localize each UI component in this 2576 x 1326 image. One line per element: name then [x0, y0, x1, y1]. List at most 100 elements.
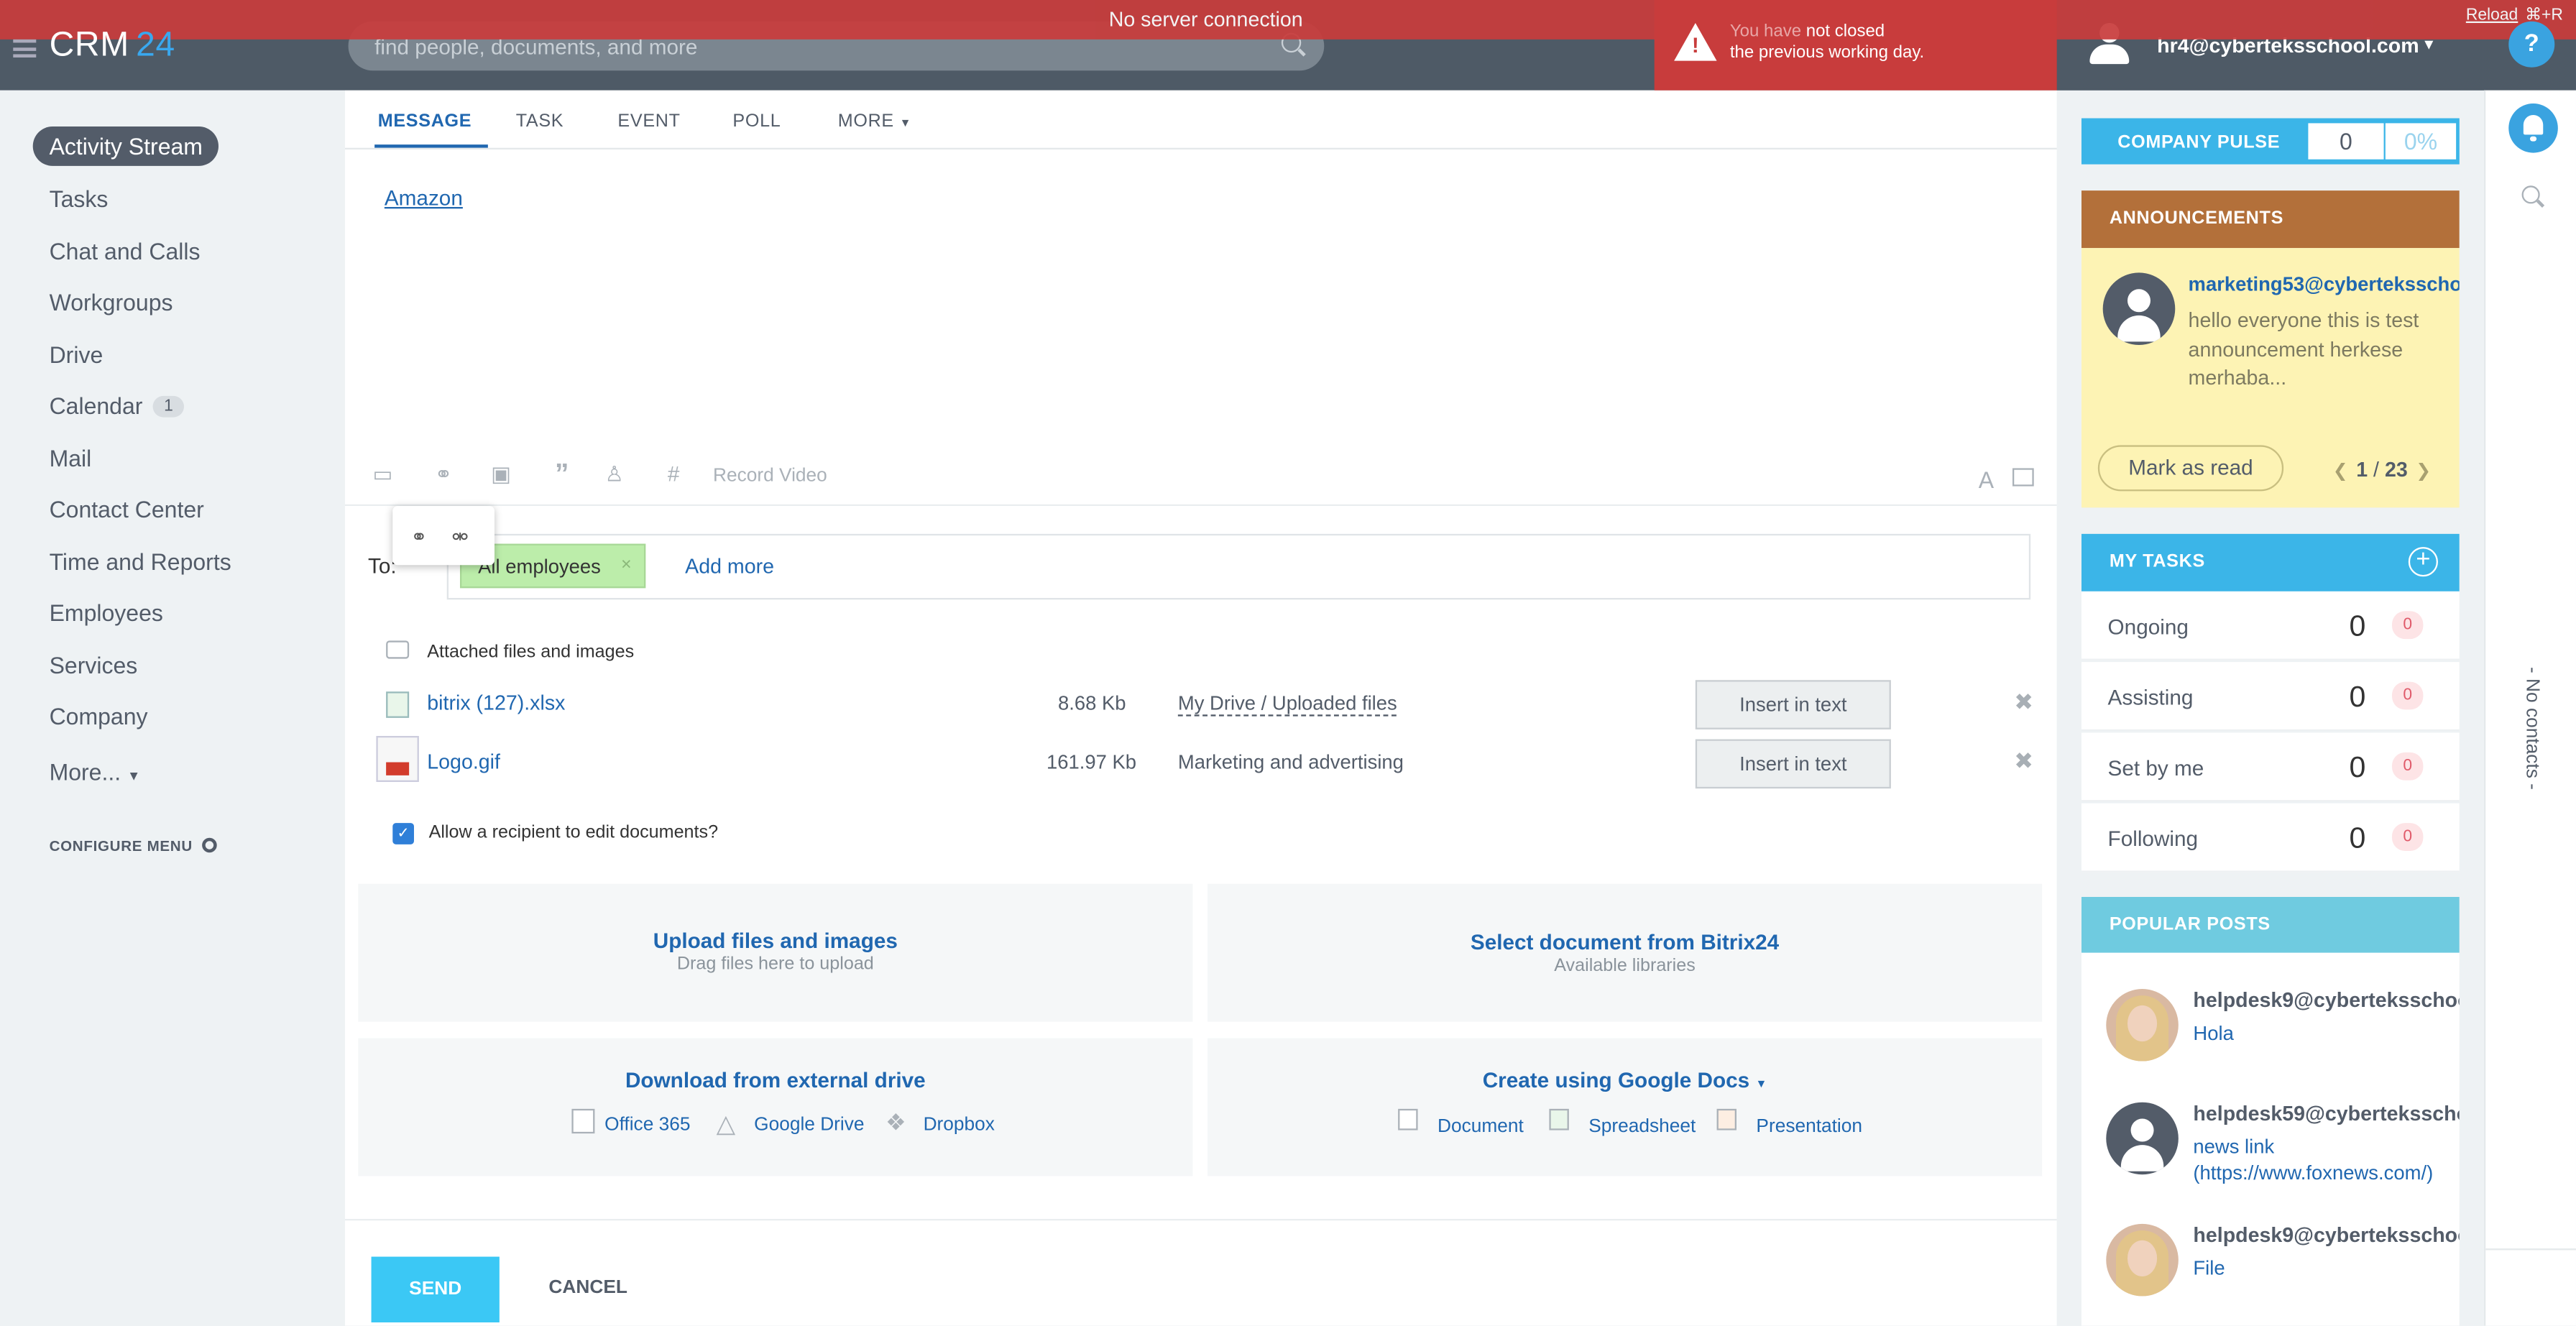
send-button[interactable]: SEND — [371, 1256, 500, 1322]
warning-pre: You have — [1729, 21, 1802, 42]
mention-icon[interactable]: ♙ — [603, 462, 626, 487]
popular-post[interactable]: helpdesk9@cyberteksschool.com File — [2082, 1223, 2460, 1326]
sidebar-item-mail[interactable]: Mail — [50, 445, 92, 471]
unlink-icon[interactable]: ⚮ — [452, 525, 469, 548]
gif-file-thumbnail — [376, 735, 419, 782]
sidebar-item-activity-stream[interactable]: Activity Stream — [32, 126, 219, 166]
text-format-icon[interactable]: A — [1974, 468, 1997, 491]
announcement-card: marketing53@cyberteksschool.com hello ev… — [2081, 248, 2460, 508]
insert-in-text-button[interactable]: Insert in text — [1695, 680, 1891, 729]
google-presentation-link[interactable]: Presentation — [1756, 1117, 1862, 1136]
tab-task[interactable]: TASK — [516, 111, 564, 131]
task-row-set-by-me[interactable]: Set by me 0 0 — [2081, 732, 2460, 802]
popular-post[interactable]: helpdesk9@cyberteksschool.com Hola — [2082, 988, 2460, 1104]
announcements-header: ANNOUNCEMENTS — [2081, 190, 2460, 249]
task-row-label: Ongoing — [2107, 614, 2189, 640]
video-icon[interactable]: ▣ — [489, 462, 512, 487]
task-row-following[interactable]: Following 0 0 — [2081, 803, 2460, 873]
hashtag-icon[interactable]: # — [662, 462, 685, 487]
sidebar-item-workgroups[interactable]: Workgroups — [50, 289, 173, 316]
tab-event[interactable]: EVENT — [617, 111, 680, 131]
sidebar-item-employees[interactable]: Employees — [50, 599, 163, 626]
chevron-left-icon[interactable]: ❮ — [2333, 461, 2348, 481]
record-video-button[interactable]: Record Video — [713, 466, 827, 486]
external-drive-area: Download from external drive Office 365 … — [358, 1038, 1193, 1177]
company-pulse-percent: 0% — [2385, 123, 2457, 160]
file-folder-link[interactable]: My Drive / Uploaded files — [1177, 691, 1397, 717]
reload-link[interactable]: Reload — [2466, 6, 2518, 24]
sidebar-item-tasks[interactable]: Tasks — [50, 185, 109, 212]
sidebar-item-label: Calendar — [49, 392, 143, 419]
remove-recipient-icon[interactable]: × — [621, 556, 632, 575]
dropbox-link[interactable]: Dropbox — [924, 1115, 995, 1135]
cancel-button[interactable]: CANCEL — [548, 1278, 627, 1297]
post-text[interactable]: File — [2193, 1255, 2456, 1281]
attached-files-label: Attached files and images — [427, 642, 635, 663]
quote-icon[interactable]: ” — [551, 460, 574, 488]
file-name[interactable]: Logo.gif — [427, 751, 500, 774]
popular-post[interactable]: helpdesk59@cyberteksschool.com news link… — [2082, 1102, 2460, 1217]
google-docs-title[interactable]: Create using Google Docs ▼ — [1208, 1068, 2042, 1092]
file-name[interactable]: bitrix (127).xlsx — [427, 691, 565, 714]
tab-message[interactable]: MESSAGE — [378, 111, 472, 131]
google-document-link[interactable]: Document — [1438, 1117, 1524, 1136]
sidebar-item-more[interactable]: More... ▼ — [50, 759, 141, 786]
workday-warning[interactable]: ! You have not closed the previous worki… — [1654, 0, 2057, 91]
file-size: 161.97 Kb — [1046, 750, 1137, 774]
company-pulse-widget[interactable]: COMPANY PULSE 0 0% — [2081, 118, 2460, 165]
panel-toggle-icon[interactable] — [2012, 468, 2034, 487]
allow-edit-checkbox[interactable]: ✓ — [392, 823, 414, 844]
google-spreadsheet-link[interactable]: Spreadsheet — [1588, 1117, 1696, 1136]
google-docs-area: Create using Google Docs ▼ Document Spre… — [1207, 1038, 2043, 1177]
pager-total: 23 — [2384, 458, 2408, 482]
warning-line-2: the previous working day. — [1729, 42, 1925, 63]
google-drive-link[interactable]: Google Drive — [754, 1115, 864, 1135]
logo[interactable]: CRM 24 — [50, 27, 175, 66]
add-task-icon[interactable]: + — [2408, 547, 2438, 577]
announcement-author[interactable]: marketing53@cyberteksschool.com — [2189, 272, 2460, 295]
contacts-search-icon[interactable] — [2521, 185, 2540, 204]
chevron-right-icon[interactable]: ❯ — [2416, 461, 2431, 481]
my-tasks-title[interactable]: MY TASKS — [2110, 552, 2205, 571]
sidebar-item-chat[interactable]: Chat and Calls — [50, 238, 201, 264]
allow-edit-label: Allow a recipient to edit documents? — [428, 823, 719, 843]
remove-file-icon[interactable]: ✖ — [2014, 689, 2033, 717]
office365-link[interactable]: Office 365 — [604, 1115, 690, 1135]
post-text[interactable]: Hola — [2193, 1020, 2456, 1046]
post-text[interactable]: news link (https://www.foxnews.com/) — [2193, 1133, 2456, 1186]
mark-as-read-button[interactable]: Mark as read — [2097, 445, 2284, 492]
logo-text: CRM — [49, 26, 129, 65]
avatar — [2102, 272, 2176, 345]
add-more-link[interactable]: Add more — [685, 556, 774, 579]
tab-more[interactable]: MORE ▼ — [838, 111, 911, 131]
sidebar-item-time-reports[interactable]: Time and Reports — [50, 548, 231, 575]
menu-icon[interactable] — [13, 39, 37, 57]
task-row-ongoing[interactable]: Ongoing 0 0 — [2081, 591, 2460, 660]
announcement-text[interactable]: hello everyone this is test announcement… — [2189, 307, 2443, 393]
task-row-value: 0 — [2349, 680, 2366, 713]
logo-number: 24 — [136, 26, 175, 65]
help-button[interactable]: ? — [2508, 21, 2555, 68]
attach-file-icon[interactable]: ▭ — [372, 462, 395, 487]
upload-files-area[interactable]: Upload files and images Drag files here … — [358, 883, 1193, 1022]
popular-posts-title: POPULAR POSTS — [2109, 915, 2271, 935]
remove-file-icon[interactable]: ✖ — [2014, 747, 2033, 775]
task-row-assisting[interactable]: Assisting 0 0 — [2081, 662, 2460, 732]
sidebar-item-company[interactable]: Company — [50, 703, 148, 729]
sidebar-item-drive[interactable]: Drive — [50, 341, 104, 368]
insert-in-text-button[interactable]: Insert in text — [1695, 739, 1891, 789]
insert-link-icon[interactable]: ⚭ — [410, 525, 427, 548]
tab-poll[interactable]: POLL — [732, 111, 781, 131]
message-editor[interactable]: Amazon — [385, 185, 463, 210]
post-author: helpdesk9@cyberteksschool.com — [2193, 988, 2459, 1012]
notifications-bell-icon[interactable] — [2508, 103, 2558, 153]
sidebar-item-calendar[interactable]: Calendar 1 — [50, 392, 185, 419]
task-row-label: Set by me — [2107, 755, 2204, 781]
select-document-area[interactable]: Select document from Bitrix24 Available … — [1207, 883, 2043, 1022]
right-sidebar: COMPANY PULSE 0 0% ANNOUNCEMENTS marketi… — [2056, 90, 2484, 1326]
configure-menu-button[interactable]: CONFIGURE MENU — [50, 837, 218, 855]
link-icon[interactable]: ⚭ — [432, 462, 455, 487]
sidebar-item-contact-center[interactable]: Contact Center — [50, 496, 204, 522]
sidebar-item-services[interactable]: Services — [50, 652, 138, 678]
task-row-label: Assisting — [2107, 685, 2194, 710]
